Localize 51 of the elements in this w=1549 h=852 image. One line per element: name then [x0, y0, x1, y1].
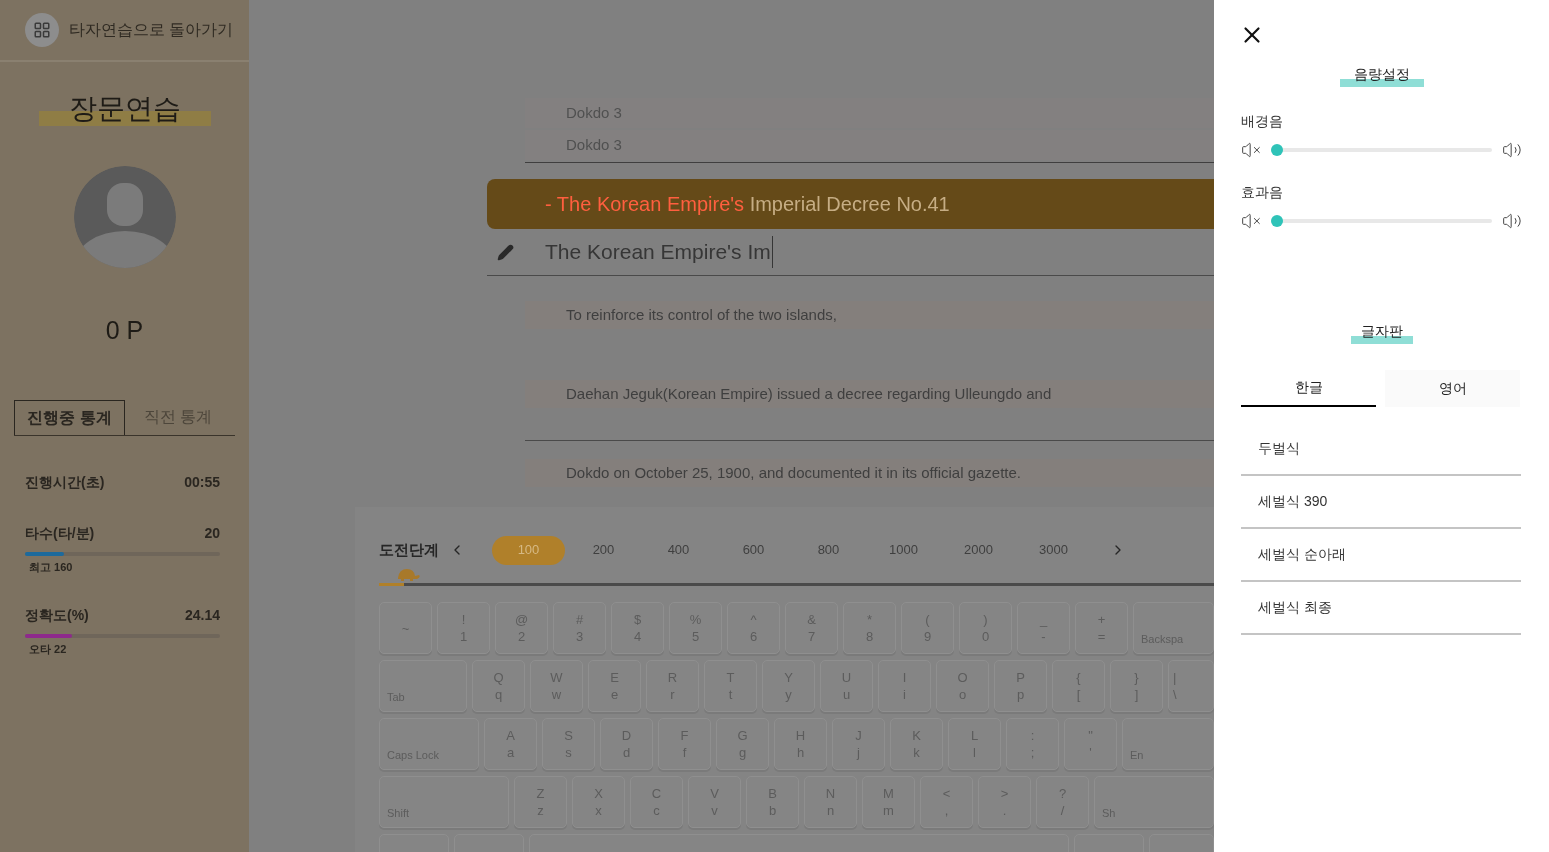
stat-label: 진행시간(초) — [25, 472, 105, 492]
slider-thumb[interactable] — [1271, 144, 1283, 156]
typing-field[interactable]: The Korean Empire's Im — [545, 236, 773, 268]
keyboard-key[interactable]: > . — [978, 776, 1031, 828]
volume-slider[interactable] — [1271, 144, 1492, 156]
keyboard-key[interactable]: { [ — [1052, 660, 1105, 712]
keyboard-key[interactable]: ~ — [379, 602, 432, 654]
keyboard-key[interactable]: ? / — [1036, 776, 1089, 828]
stage-option[interactable]: 1000 — [867, 535, 940, 565]
layout-option[interactable]: 세벌식 390 — [1241, 476, 1521, 529]
back-link[interactable]: 타자연습으로 돌아가기 — [69, 18, 234, 42]
stage-option[interactable]: 3000 — [1017, 535, 1090, 565]
keyboard-key[interactable]: < , — [920, 776, 973, 828]
keyboard-key[interactable]: " ' — [1064, 718, 1117, 770]
stage-option[interactable]: 800 — [792, 535, 865, 565]
layout-option[interactable]: 세벌식 순아래 — [1241, 529, 1521, 582]
stat-value: 00:55 — [184, 472, 220, 492]
keyboard-key[interactable]: : ; — [1006, 718, 1059, 770]
layout-tab[interactable]: 영어 — [1385, 370, 1520, 407]
volume-icon[interactable] — [1502, 211, 1522, 231]
volume-icon[interactable] — [1502, 140, 1522, 160]
pencil-icon — [497, 243, 514, 261]
keyboard-key[interactable]: } ] — [1110, 660, 1163, 712]
slider-thumb[interactable] — [1271, 215, 1283, 227]
stage-label: 도전단계 — [379, 539, 439, 560]
volume-label: 배경음 — [1241, 112, 1284, 131]
stage-option[interactable]: 2000 — [942, 535, 1015, 565]
keyboard-key[interactable]: + = — [1075, 602, 1128, 654]
stage-option[interactable]: 100 — [492, 535, 565, 565]
layout-option[interactable]: 세벌식 최종 — [1241, 582, 1521, 635]
layout-option[interactable]: 두벌식 — [1241, 423, 1521, 476]
back-icon[interactable] — [25, 13, 59, 47]
mute-icon[interactable] — [1241, 140, 1261, 160]
stats-tab[interactable]: 진행중 통계 — [14, 399, 125, 435]
keyboard-key[interactable]: _ - — [1017, 602, 1070, 654]
stat-label: 타수(타/분) — [25, 523, 95, 543]
stage-option[interactable]: 600 — [717, 535, 790, 565]
stat-value: 20 — [204, 523, 220, 543]
stage-option[interactable]: 200 — [567, 535, 640, 565]
points: 0 P — [105, 315, 144, 346]
stat-value: 24.14 — [184, 606, 220, 625]
mute-icon[interactable] — [1241, 211, 1261, 231]
turtle-icon — [395, 567, 421, 581]
stat-note: 최고 160 — [29, 559, 74, 575]
stat-note: 오타 22 — [29, 642, 68, 657]
volume-slider[interactable] — [1271, 215, 1492, 227]
keyboard-key[interactable]: | \ — [1168, 660, 1214, 712]
stat-label: 정확도(%) — [25, 606, 89, 625]
stage-option[interactable]: 400 — [642, 535, 715, 565]
volume-label: 효과음 — [1241, 183, 1284, 202]
layout-tab[interactable]: 한글 — [1241, 370, 1376, 407]
